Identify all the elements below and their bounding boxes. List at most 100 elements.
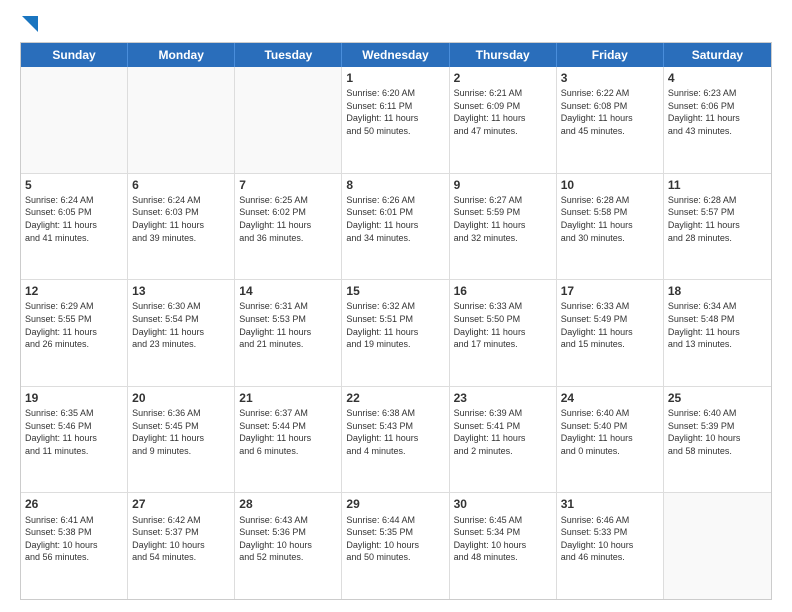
day-number: 24 — [561, 390, 659, 406]
day-cell-4: 4Sunrise: 6:23 AMSunset: 6:06 PMDaylight… — [664, 67, 771, 173]
day-cell-13: 13Sunrise: 6:30 AMSunset: 5:54 PMDayligh… — [128, 280, 235, 386]
day-cell-9: 9Sunrise: 6:27 AMSunset: 5:59 PMDaylight… — [450, 174, 557, 280]
day-info: Sunrise: 6:40 AMSunset: 5:40 PMDaylight:… — [561, 407, 659, 457]
day-number: 10 — [561, 177, 659, 193]
day-number: 29 — [346, 496, 444, 512]
day-number: 6 — [132, 177, 230, 193]
day-cell-20: 20Sunrise: 6:36 AMSunset: 5:45 PMDayligh… — [128, 387, 235, 493]
header — [20, 16, 772, 32]
day-number: 5 — [25, 177, 123, 193]
logo-icon — [22, 16, 38, 32]
day-cell-11: 11Sunrise: 6:28 AMSunset: 5:57 PMDayligh… — [664, 174, 771, 280]
day-info: Sunrise: 6:24 AMSunset: 6:05 PMDaylight:… — [25, 194, 123, 244]
day-cell-28: 28Sunrise: 6:43 AMSunset: 5:36 PMDayligh… — [235, 493, 342, 599]
day-cell-29: 29Sunrise: 6:44 AMSunset: 5:35 PMDayligh… — [342, 493, 449, 599]
day-info: Sunrise: 6:32 AMSunset: 5:51 PMDaylight:… — [346, 300, 444, 350]
day-info: Sunrise: 6:31 AMSunset: 5:53 PMDaylight:… — [239, 300, 337, 350]
day-info: Sunrise: 6:28 AMSunset: 5:58 PMDaylight:… — [561, 194, 659, 244]
day-cell-6: 6Sunrise: 6:24 AMSunset: 6:03 PMDaylight… — [128, 174, 235, 280]
day-number: 20 — [132, 390, 230, 406]
day-info: Sunrise: 6:23 AMSunset: 6:06 PMDaylight:… — [668, 87, 767, 137]
day-info: Sunrise: 6:35 AMSunset: 5:46 PMDaylight:… — [25, 407, 123, 457]
day-cell-7: 7Sunrise: 6:25 AMSunset: 6:02 PMDaylight… — [235, 174, 342, 280]
day-info: Sunrise: 6:40 AMSunset: 5:39 PMDaylight:… — [668, 407, 767, 457]
week-row-2: 5Sunrise: 6:24 AMSunset: 6:05 PMDaylight… — [21, 174, 771, 281]
day-info: Sunrise: 6:25 AMSunset: 6:02 PMDaylight:… — [239, 194, 337, 244]
day-cell-12: 12Sunrise: 6:29 AMSunset: 5:55 PMDayligh… — [21, 280, 128, 386]
week-row-5: 26 Sunrise: 6:41 AMSunset: 5:38 PMDayligh… — [21, 493, 771, 599]
day-info: Sunrise: 6:37 AMSunset: 5:44 PMDaylight:… — [239, 407, 337, 457]
day-cell-10: 10Sunrise: 6:28 AMSunset: 5:58 PMDayligh… — [557, 174, 664, 280]
day-cell-31: 31 Sunrise: 6:46 AMSunset: 5:33 PMDayligh… — [557, 493, 664, 599]
day-number: 2 — [454, 70, 552, 86]
week-row-4: 19Sunrise: 6:35 AMSunset: 5:46 PMDayligh… — [21, 387, 771, 494]
day-number: 13 — [132, 283, 230, 299]
empty-cell — [128, 67, 235, 173]
day-number: 8 — [346, 177, 444, 193]
day-number: 7 — [239, 177, 337, 193]
day-number: 1 — [346, 70, 444, 86]
day-number: 27 — [132, 496, 230, 512]
day-cell-21: 21Sunrise: 6:37 AMSunset: 5:44 PMDayligh… — [235, 387, 342, 493]
day-info: Sunrise: 6:42 AMSunset: 5:37 PMDaylight:… — [132, 514, 230, 564]
page: SundayMondayTuesdayWednesdayThursdayFrid… — [0, 0, 792, 612]
header-day-wednesday: Wednesday — [342, 43, 449, 67]
day-cell-18: 18Sunrise: 6:34 AMSunset: 5:48 PMDayligh… — [664, 280, 771, 386]
day-info: Sunrise: 6:33 AMSunset: 5:49 PMDaylight:… — [561, 300, 659, 350]
day-number: 18 — [668, 283, 767, 299]
day-cell-27: 27 Sunrise: 6:42 AMSunset: 5:37 PMDayligh… — [128, 493, 235, 599]
day-number: 4 — [668, 70, 767, 86]
logo — [20, 16, 38, 32]
header-day-thursday: Thursday — [450, 43, 557, 67]
day-cell-8: 8Sunrise: 6:26 AMSunset: 6:01 PMDaylight… — [342, 174, 449, 280]
day-number: 23 — [454, 390, 552, 406]
day-cell-24: 24Sunrise: 6:40 AMSunset: 5:40 PMDayligh… — [557, 387, 664, 493]
header-day-monday: Monday — [128, 43, 235, 67]
empty-cell — [664, 493, 771, 599]
day-number: 19 — [25, 390, 123, 406]
day-number: 21 — [239, 390, 337, 406]
day-cell-1: 1Sunrise: 6:20 AMSunset: 6:11 PMDaylight… — [342, 67, 449, 173]
day-number: 9 — [454, 177, 552, 193]
day-cell-16: 16Sunrise: 6:33 AMSunset: 5:50 PMDayligh… — [450, 280, 557, 386]
day-info: Sunrise: 6:46 AMSunset: 5:33 PMDaylight:… — [561, 514, 659, 564]
day-info: Sunrise: 6:20 AMSunset: 6:11 PMDaylight:… — [346, 87, 444, 137]
header-day-saturday: Saturday — [664, 43, 771, 67]
day-number: 15 — [346, 283, 444, 299]
calendar-body: 1Sunrise: 6:20 AMSunset: 6:11 PMDaylight… — [21, 67, 771, 599]
day-info: Sunrise: 6:43 AMSunset: 5:36 PMDaylight:… — [239, 514, 337, 564]
day-cell-23: 23Sunrise: 6:39 AMSunset: 5:41 PMDayligh… — [450, 387, 557, 493]
day-number: 14 — [239, 283, 337, 299]
day-info: Sunrise: 6:26 AMSunset: 6:01 PMDaylight:… — [346, 194, 444, 244]
calendar-header: SundayMondayTuesdayWednesdayThursdayFrid… — [21, 43, 771, 67]
empty-cell — [235, 67, 342, 173]
day-number: 30 — [454, 496, 552, 512]
day-info: Sunrise: 6:41 AMSunset: 5:38 PMDaylight:… — [25, 514, 123, 564]
day-number: 26 — [25, 496, 123, 512]
day-info: Sunrise: 6:22 AMSunset: 6:08 PMDaylight:… — [561, 87, 659, 137]
day-number: 31 — [561, 496, 659, 512]
day-cell-22: 22Sunrise: 6:38 AMSunset: 5:43 PMDayligh… — [342, 387, 449, 493]
day-number: 17 — [561, 283, 659, 299]
day-info: Sunrise: 6:27 AMSunset: 5:59 PMDaylight:… — [454, 194, 552, 244]
day-number: 25 — [668, 390, 767, 406]
day-info: Sunrise: 6:21 AMSunset: 6:09 PMDaylight:… — [454, 87, 552, 137]
day-cell-30: 30Sunrise: 6:45 AMSunset: 5:34 PMDayligh… — [450, 493, 557, 599]
calendar: SundayMondayTuesdayWednesdayThursdayFrid… — [20, 42, 772, 600]
day-info: Sunrise: 6:34 AMSunset: 5:48 PMDaylight:… — [668, 300, 767, 350]
day-info: Sunrise: 6:24 AMSunset: 6:03 PMDaylight:… — [132, 194, 230, 244]
day-info: Sunrise: 6:38 AMSunset: 5:43 PMDaylight:… — [346, 407, 444, 457]
day-info: Sunrise: 6:39 AMSunset: 5:41 PMDaylight:… — [454, 407, 552, 457]
day-info: Sunrise: 6:33 AMSunset: 5:50 PMDaylight:… — [454, 300, 552, 350]
day-number: 12 — [25, 283, 123, 299]
week-row-3: 12Sunrise: 6:29 AMSunset: 5:55 PMDayligh… — [21, 280, 771, 387]
day-number: 22 — [346, 390, 444, 406]
header-day-sunday: Sunday — [21, 43, 128, 67]
week-row-1: 1Sunrise: 6:20 AMSunset: 6:11 PMDaylight… — [21, 67, 771, 174]
day-info: Sunrise: 6:29 AMSunset: 5:55 PMDaylight:… — [25, 300, 123, 350]
day-cell-2: 2Sunrise: 6:21 AMSunset: 6:09 PMDaylight… — [450, 67, 557, 173]
day-number: 3 — [561, 70, 659, 86]
day-cell-14: 14Sunrise: 6:31 AMSunset: 5:53 PMDayligh… — [235, 280, 342, 386]
day-cell-5: 5Sunrise: 6:24 AMSunset: 6:05 PMDaylight… — [21, 174, 128, 280]
day-info: Sunrise: 6:36 AMSunset: 5:45 PMDaylight:… — [132, 407, 230, 457]
